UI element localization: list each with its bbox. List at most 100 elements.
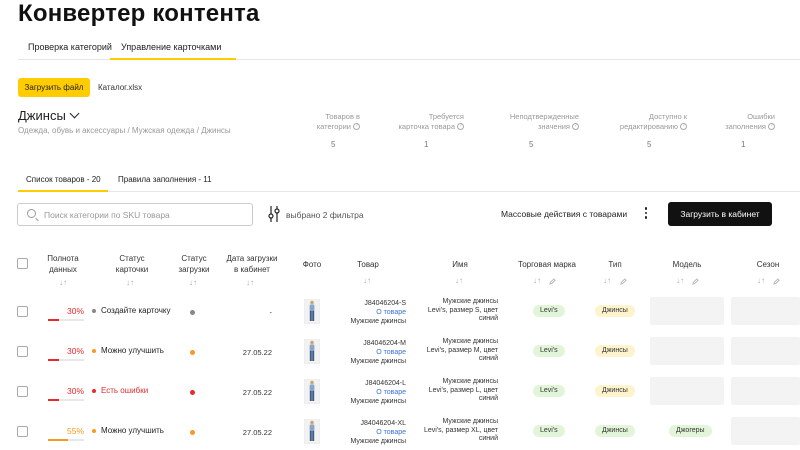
sort-icon[interactable]: ↓↑ [59, 278, 67, 287]
product-link[interactable]: О товаре [330, 388, 406, 397]
tab-fill-rules[interactable]: Правила заполнения - 11 [118, 175, 212, 184]
question-icon[interactable]: ? [680, 123, 687, 130]
type-badge[interactable]: Джинсы [595, 345, 635, 357]
completeness-percent: 30% [66, 306, 84, 316]
more-vertical-icon[interactable] [644, 207, 648, 221]
card-status-text: Можно улучшить [101, 346, 164, 355]
col-upload-date[interactable]: Дата загрузки в кабинет [222, 253, 282, 275]
tab-product-list[interactable]: Список товаров - 20 [26, 175, 101, 184]
upload-date: 27.05.22 [242, 428, 272, 437]
product-cell: J84046204-L О товаре Мужские джинсы [330, 379, 406, 406]
product-link[interactable]: О товаре [330, 308, 406, 317]
model-empty-field[interactable] [650, 337, 724, 365]
product-name: Мужские джинсы Levi's, размер XL, цвет син… [424, 418, 498, 442]
table-row[interactable]: 30% Можно улучшить 27.05.22 J84046204-M О то… [0, 333, 800, 373]
brand-badge[interactable]: Levi's [533, 305, 565, 317]
stat-unconfirmed: Неподтвержденные значения? [509, 112, 579, 131]
breadcrumb: Одежда, обувь и аксессуары / Мужская оде… [18, 126, 231, 135]
filter-icon[interactable] [268, 205, 280, 223]
product-photo[interactable] [304, 419, 320, 444]
product-photo[interactable] [304, 379, 320, 404]
pencil-icon[interactable] [692, 278, 699, 285]
season-empty-field[interactable] [731, 297, 800, 325]
pencil-icon[interactable] [773, 278, 780, 285]
col-model[interactable]: Модель [667, 259, 707, 270]
table-row[interactable]: 30% Есть ошибки 27.05.22 J84046204-L О товар… [0, 373, 800, 413]
season-empty-field[interactable] [731, 377, 800, 405]
table-row[interactable]: 55% Можно улучшить 27.05.22 J84046204-XL О т… [0, 413, 800, 450]
upload-status-dot [190, 310, 195, 315]
mass-actions-label[interactable]: Массовые действия с товарами [501, 209, 627, 219]
col-product[interactable]: Товар [348, 259, 388, 270]
type-badge[interactable]: Джинсы [595, 385, 635, 397]
sort-icon[interactable]: ↓↑ [126, 278, 134, 287]
brand-badge[interactable]: Levi's [533, 425, 565, 437]
row-checkbox[interactable] [17, 426, 28, 437]
stat-unconfirmed-value: 5 [529, 140, 534, 149]
table-row[interactable]: 30% Создайте карточку - J84046204-S О товаре… [0, 293, 800, 333]
col-type[interactable]: Тип [600, 259, 630, 270]
search-placeholder: Поиск категории по SKU товара [44, 210, 170, 220]
col-brand[interactable]: Торговая марка [512, 259, 582, 270]
model-empty-field[interactable] [650, 297, 724, 325]
upload-status-dot [190, 430, 195, 435]
filter-summary[interactable]: выбрано 2 фильтра [286, 210, 364, 220]
col-upload-status[interactable]: Статус загрузки [172, 253, 216, 275]
product-sku: J84046204-XL [360, 420, 406, 427]
pencil-icon[interactable] [620, 278, 627, 285]
row-checkbox[interactable] [17, 346, 28, 357]
completeness-bar [48, 359, 84, 361]
model-badge[interactable]: Джогеры [669, 425, 712, 437]
upload-to-cabinet-button[interactable]: Загрузить в кабинет [668, 202, 772, 226]
col-name[interactable]: Имя [440, 259, 480, 270]
select-all-checkbox[interactable] [17, 258, 28, 269]
stat-products: Товаров в категории? [316, 112, 360, 131]
product-photo[interactable] [304, 299, 320, 324]
status-dot [92, 388, 96, 393]
sort-icon[interactable]: ↓↑ [189, 278, 197, 287]
sort-icon[interactable]: ↓↑ [676, 276, 684, 285]
sort-icon[interactable]: ↓↑ [246, 278, 254, 287]
row-checkbox[interactable] [17, 306, 28, 317]
question-icon[interactable]: ? [353, 123, 360, 130]
col-card-status[interactable]: Статус карточки [105, 253, 159, 275]
search-input[interactable]: Поиск категории по SKU товара [17, 203, 253, 226]
type-badge[interactable]: Джинсы [595, 305, 635, 317]
model-empty-field[interactable] [650, 377, 724, 405]
season-empty-field[interactable] [731, 417, 800, 445]
product-photo[interactable] [304, 339, 320, 364]
sort-icon[interactable]: ↓↑ [603, 276, 611, 285]
row-checkbox[interactable] [17, 386, 28, 397]
question-icon[interactable]: ? [457, 123, 464, 130]
question-icon[interactable]: ? [572, 123, 579, 130]
brand-badge[interactable]: Levi's [533, 385, 565, 397]
sort-icon[interactable]: ↓↑ [757, 276, 765, 285]
tab-category-check[interactable]: Проверка категорий [28, 42, 112, 52]
stat-errors: Ошибки заполнения? [725, 112, 775, 131]
stat-editable-value: 5 [647, 140, 652, 149]
col-completeness[interactable]: Полнота данных [40, 253, 86, 275]
product-link[interactable]: О товаре [330, 428, 406, 437]
product-type: Мужские джинсы [350, 318, 406, 325]
sort-icon[interactable]: ↓↑ [455, 276, 463, 285]
category-selector[interactable]: Джинсы [18, 108, 80, 123]
brand-badge[interactable]: Levi's [533, 345, 565, 357]
sort-icon[interactable]: ↓↑ [533, 276, 541, 285]
completeness-percent: 30% [66, 386, 84, 396]
upload-file-button[interactable]: Загрузить файл [18, 78, 90, 97]
sort-icon[interactable]: ↓↑ [363, 276, 371, 285]
product-link[interactable]: О товаре [330, 348, 406, 357]
upload-date: 27.05.22 [242, 388, 272, 397]
tab-card-management[interactable]: Управление карточками [121, 42, 221, 52]
type-badge[interactable]: Джинсы [595, 425, 635, 437]
season-empty-field[interactable] [731, 337, 800, 365]
stat-card-required: Требуется карточка товара? [398, 112, 464, 131]
stat-editable: Доступно к редактированию? [619, 112, 687, 131]
col-season[interactable]: Сезон [748, 259, 788, 270]
category-name: Джинсы [18, 108, 66, 123]
product-type: Мужские джинсы [350, 358, 406, 365]
question-icon[interactable]: ? [768, 123, 775, 130]
upload-date: 27.05.22 [242, 348, 272, 357]
stat-products-value: 5 [331, 140, 336, 149]
pencil-icon[interactable] [549, 278, 556, 285]
